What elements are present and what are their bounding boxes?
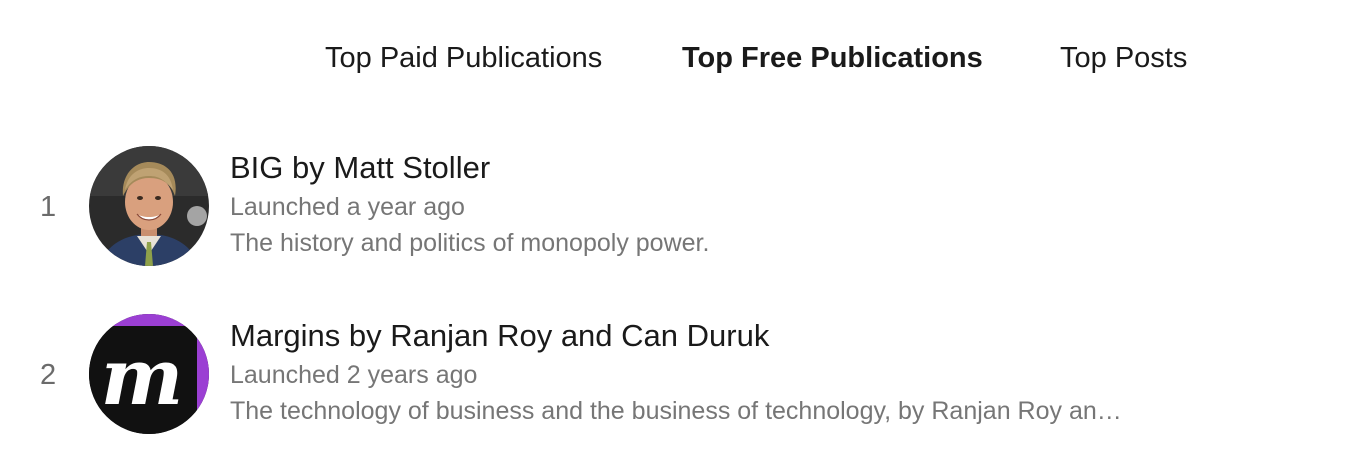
author-photo-avatar[interactable] [89, 146, 209, 266]
margins-logo-avatar[interactable]: m [89, 314, 209, 434]
rank-number: 1 [40, 191, 57, 223]
publication-description: The history and politics of monopoly pow… [230, 229, 710, 257]
launch-date: Launched a year ago [230, 193, 465, 221]
author-photo-icon [89, 146, 209, 266]
rank-number: 2 [40, 359, 57, 391]
tab-top-free-publications[interactable]: Top Free Publications [682, 38, 983, 78]
publication-row[interactable]: 1 BIG by Matt Stoller Launched a year ag… [0, 143, 1358, 273]
margins-logo-letter: m [101, 332, 184, 423]
publication-title[interactable]: BIG by Matt Stoller [230, 148, 490, 188]
publication-tabs: Top Paid Publications Top Free Publicati… [0, 38, 1358, 78]
publication-title[interactable]: Margins by Ranjan Roy and Can Duruk [230, 316, 769, 356]
tab-top-posts[interactable]: Top Posts [1060, 38, 1187, 78]
publication-description: The technology of business and the busin… [230, 397, 1122, 425]
margins-logo-icon: m [89, 314, 209, 434]
tab-top-paid-publications[interactable]: Top Paid Publications [325, 38, 602, 78]
publication-row[interactable]: 2 m Margins by Ranjan Roy and Can Duruk … [0, 311, 1358, 441]
launch-date: Launched 2 years ago [230, 361, 478, 389]
